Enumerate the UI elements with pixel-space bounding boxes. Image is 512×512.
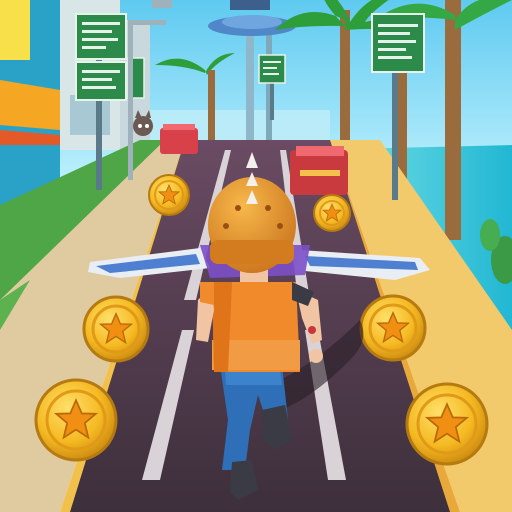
game-canvas [0,0,512,512]
coin [148,174,190,216]
coin [34,378,118,462]
sign-left-mid [75,57,145,101]
barrier-right [290,146,348,195]
coin [82,295,150,363]
barrier-left [160,124,198,154]
coin [405,382,489,466]
coin [359,294,427,362]
game-scene[interactable] [0,0,512,512]
coin [313,194,351,232]
